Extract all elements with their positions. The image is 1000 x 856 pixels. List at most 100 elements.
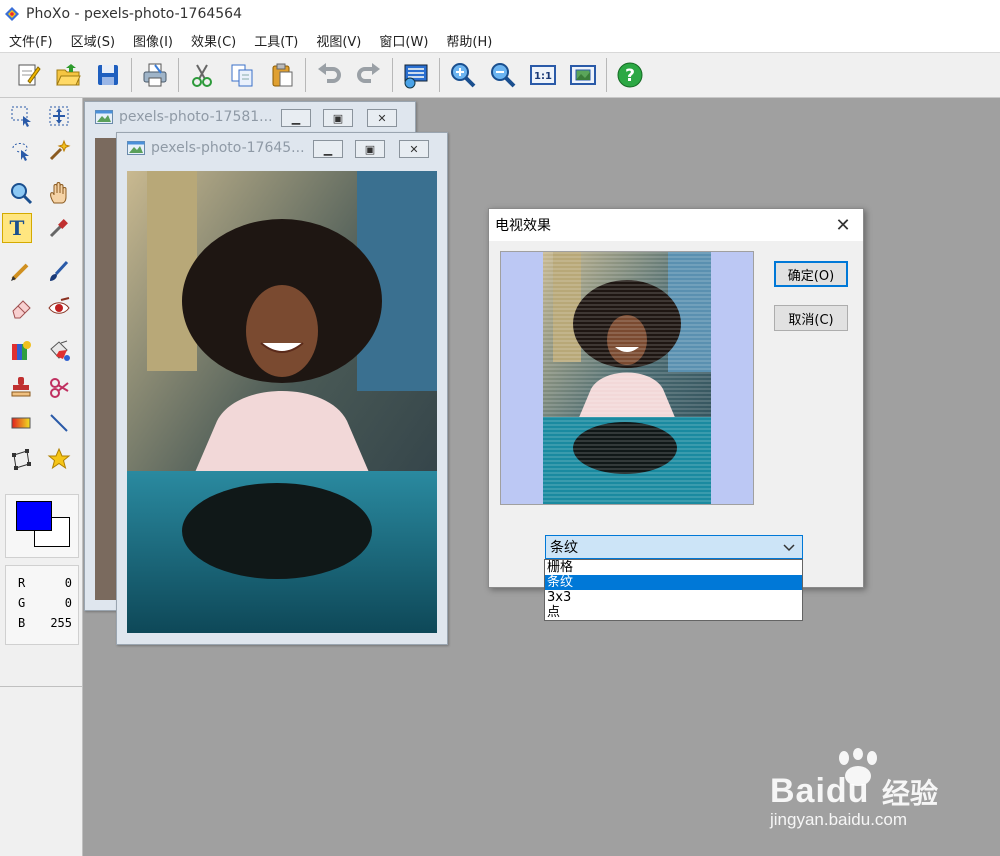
rect-select-icon[interactable] [6, 101, 36, 131]
zoom-in-icon[interactable] [446, 58, 480, 92]
screen-capture-icon[interactable] [399, 58, 433, 92]
b-value: 255 [50, 616, 72, 630]
redo-icon[interactable] [352, 58, 386, 92]
gradient-icon[interactable] [6, 408, 36, 438]
new-icon[interactable] [11, 58, 45, 92]
r-value: 0 [64, 576, 72, 590]
lasso-icon[interactable] [6, 135, 36, 165]
eraser-icon[interactable] [6, 293, 36, 323]
menu-region[interactable]: 区域(S) [62, 31, 124, 50]
document-title-bar[interactable]: pexels-photo-17581... [85, 102, 415, 132]
zoom-out-icon[interactable] [486, 58, 520, 92]
line-icon[interactable] [44, 408, 74, 438]
toolbar: 1:1 ? [0, 53, 1000, 98]
zoom-icon[interactable] [6, 178, 36, 208]
effect-type-dropdown: 栅格 条纹 3x3 点 [544, 559, 803, 621]
minimize-button[interactable]: ▁ [313, 140, 343, 158]
menu-bar: 文件(F) 区域(S) 图像(I) 效果(C) 工具(T) 视图(V) 窗口(W… [0, 28, 1000, 53]
effect-preview [500, 251, 754, 505]
photo-canvas[interactable] [127, 171, 437, 633]
close-button[interactable]: ✕ [399, 140, 429, 158]
foreground-color-swatch[interactable] [16, 501, 52, 531]
svg-text:?: ? [625, 66, 635, 86]
maximize-button[interactable]: ▣ [323, 109, 353, 127]
fill-icon[interactable] [6, 336, 36, 366]
open-icon[interactable] [51, 58, 85, 92]
red-eye-icon[interactable] [44, 293, 74, 323]
baidu-watermark: Baidu 经验 jingyan.baidu.com [770, 748, 970, 838]
paint-bucket-icon[interactable] [44, 336, 74, 366]
menu-file[interactable]: 文件(F) [0, 31, 62, 50]
pen-icon[interactable] [6, 256, 36, 286]
toolbar-separator [606, 58, 607, 92]
menu-tools[interactable]: 工具(T) [245, 31, 307, 50]
menu-effects[interactable]: 效果(C) [182, 31, 245, 50]
move-icon[interactable] [44, 101, 74, 131]
text-icon[interactable]: T [2, 213, 32, 243]
copy-icon[interactable] [225, 58, 259, 92]
b-label: B [18, 616, 26, 630]
hand-icon[interactable] [44, 178, 74, 208]
document-title-bar[interactable]: pexels-photo-17645... [117, 133, 447, 163]
image-file-icon [95, 110, 113, 124]
print-icon[interactable] [138, 58, 172, 92]
effect-type-select[interactable]: 条纹 [545, 535, 803, 559]
g-value: 0 [64, 596, 72, 610]
fit-window-icon[interactable] [566, 58, 600, 92]
toolbar-separator [131, 58, 132, 92]
option-stripes[interactable]: 条纹 [545, 575, 802, 590]
r-label: R [18, 576, 26, 590]
chevron-down-icon [783, 544, 795, 552]
option-dots[interactable]: 点 [545, 605, 802, 620]
stamp-icon[interactable] [6, 372, 36, 402]
minimize-button[interactable]: ▁ [281, 109, 311, 127]
menu-help[interactable]: 帮助(H) [437, 31, 501, 50]
ok-button[interactable]: 确定(O) [774, 261, 848, 287]
menu-view[interactable]: 视图(V) [307, 31, 370, 50]
toolbar-separator [392, 58, 393, 92]
effect-type-value: 条纹 [550, 540, 578, 556]
menu-image[interactable]: 图像(I) [124, 31, 182, 50]
paste-icon[interactable] [265, 58, 299, 92]
watermark-brand-cn: 经验 [882, 777, 939, 810]
close-button[interactable]: ✕ [367, 109, 397, 127]
rgb-readout: R 0 G 0 B 255 [5, 565, 79, 645]
actual-size-icon[interactable]: 1:1 [526, 58, 560, 92]
menu-window[interactable]: 窗口(W) [370, 31, 437, 50]
magic-wand-icon[interactable] [44, 135, 74, 165]
save-icon[interactable] [91, 58, 125, 92]
document-window-front[interactable]: pexels-photo-17645... ▁ ▣ ✕ [116, 132, 448, 645]
option-3x3[interactable]: 3x3 [545, 590, 802, 605]
dialog-title: 电视效果 [495, 218, 551, 234]
preview-image [543, 252, 711, 504]
close-icon[interactable]: ✕ [833, 215, 853, 236]
app-icon [4, 6, 20, 22]
watermark-brand: Baidu [770, 772, 870, 810]
document-title: pexels-photo-17581... [119, 109, 273, 125]
cancel-button[interactable]: 取消(C) [774, 305, 848, 331]
toolbar-separator [439, 58, 440, 92]
undo-icon[interactable] [312, 58, 346, 92]
option-grid[interactable]: 栅格 [545, 560, 802, 575]
eyedropper-icon[interactable] [44, 213, 74, 243]
heal-icon[interactable] [44, 372, 74, 402]
watermark-url: jingyan.baidu.com [770, 810, 908, 829]
help-icon[interactable]: ? [613, 58, 647, 92]
star-icon[interactable] [44, 444, 74, 474]
g-label: G [18, 596, 26, 610]
brush-icon[interactable] [44, 256, 74, 286]
maximize-button[interactable]: ▣ [355, 140, 385, 158]
image-file-icon [127, 141, 145, 155]
panel-divider [0, 686, 82, 687]
color-picker[interactable] [5, 494, 79, 558]
document-title: pexels-photo-17645... [151, 140, 305, 156]
actual-size-label: 1:1 [534, 71, 552, 82]
svg-text:T: T [10, 216, 25, 240]
cut-icon[interactable] [185, 58, 219, 92]
toolbar-separator [305, 58, 306, 92]
toolbar-separator [178, 58, 179, 92]
dialog-title-bar[interactable]: 电视效果 [489, 209, 863, 241]
transform-icon[interactable] [6, 444, 36, 474]
tool-panel: T R 0 G 0 B 255 [0, 98, 83, 856]
window-title: PhoXo - pexels-photo-1764564 [26, 6, 242, 22]
